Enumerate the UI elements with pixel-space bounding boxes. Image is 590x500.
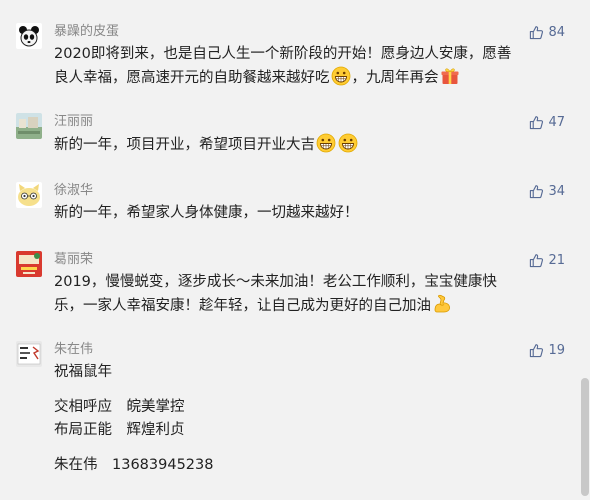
- like-count: 19: [548, 342, 565, 358]
- thumbs-up-icon: [530, 184, 544, 198]
- cartoon-face-avatar-icon: [16, 182, 42, 208]
- avatar[interactable]: [16, 182, 42, 208]
- like-button[interactable]: 34: [529, 182, 565, 200]
- landscape-avatar-icon: [16, 113, 42, 139]
- commenter-name[interactable]: 暴躁的皮蛋: [54, 23, 119, 41]
- comment-line: 良人幸福，愿高速开元的自助餐越来越好吃 ，九周年再会: [54, 66, 554, 89]
- panda-avatar-icon: [16, 23, 42, 49]
- like-button[interactable]: 47: [529, 113, 565, 131]
- comment-line: 新的一年，希望家人身体健康，一切越来越好！: [54, 205, 359, 221]
- avatar[interactable]: [16, 113, 42, 139]
- like-count: 47: [548, 114, 565, 130]
- comment-line: 祝福鼠年: [54, 364, 112, 380]
- comment-line: 乐，一家人幸福安康！趁年轻，让自己成为更好的自己加油: [54, 294, 554, 317]
- comment-text: 新的一年，项目开业，希望项目开业大吉: [54, 133, 554, 156]
- commenter-name[interactable]: 朱在伟: [54, 341, 93, 359]
- comment-line-text: ，九周年再会: [351, 70, 439, 86]
- comment-text: 2020即将到来，也是自己人生一个新阶段的开始！愿身边人安康，愿善 良人幸福，愿…: [54, 43, 554, 89]
- comment-line: 新的一年，项目开业，希望项目开业大吉: [54, 133, 554, 156]
- comment-line-text: 良人幸福，愿高速开元的自助餐越来越好吃: [54, 70, 330, 86]
- red-card-avatar-icon: [16, 251, 42, 277]
- comment-line: 交相呼应 皖美掌控: [54, 399, 185, 415]
- avatar[interactable]: [16, 251, 42, 277]
- avatar[interactable]: [16, 341, 42, 367]
- grinning-emoji-icon: [331, 66, 351, 86]
- comment-line: 朱在伟 13683945238: [54, 457, 214, 473]
- like-count: 34: [548, 183, 565, 199]
- comment-text: 祝福鼠年 交相呼应 皖美掌控 布局正能 辉煌利贞 朱在伟 13683945238: [54, 361, 554, 477]
- comment-list: 暴躁的皮蛋 84 2020即将到来，也是自己人生一个新阶段的开始！愿身边人安康，…: [0, 0, 590, 500]
- comment-text: 新的一年，希望家人身体健康，一切越来越好！: [54, 202, 554, 225]
- comment-text: 2019，慢慢蜕变，逐步成长～未来加油！老公工作顺利，宝宝健康快 乐，一家人幸福…: [54, 271, 554, 317]
- scrollbar[interactable]: [581, 378, 589, 496]
- avatar[interactable]: [16, 23, 42, 49]
- comment-line: 2020即将到来，也是自己人生一个新阶段的开始！愿身边人安康，愿善: [54, 46, 512, 62]
- thumbs-up-icon: [530, 253, 544, 267]
- comment-line: 布局正能 辉煌利贞: [54, 422, 185, 438]
- thumbs-up-icon: [530, 25, 544, 39]
- grinning-emoji-icon: [338, 133, 358, 153]
- commenter-name[interactable]: 葛丽荣: [54, 251, 93, 269]
- poster-avatar-icon: [16, 341, 42, 367]
- comment-line-text: 乐，一家人幸福安康！趁年轻，让自己成为更好的自己加油: [54, 298, 431, 314]
- like-count: 84: [548, 24, 565, 40]
- thumbs-up-icon: [530, 115, 544, 129]
- like-button[interactable]: 19: [529, 341, 565, 359]
- comment-line: 2019，慢慢蜕变，逐步成长～未来加油！老公工作顺利，宝宝健康快: [54, 274, 497, 290]
- flexed-biceps-emoji-icon: [432, 294, 452, 314]
- commenter-name[interactable]: 汪丽丽: [54, 113, 93, 131]
- grinning-emoji-icon: [316, 133, 336, 153]
- like-button[interactable]: 21: [529, 251, 565, 269]
- gift-emoji-icon: [440, 66, 460, 86]
- comment-line-text: 新的一年，项目开业，希望项目开业大吉: [54, 137, 315, 153]
- like-count: 21: [548, 252, 565, 268]
- thumbs-up-icon: [530, 343, 544, 357]
- commenter-name[interactable]: 徐淑华: [54, 182, 93, 200]
- like-button[interactable]: 84: [529, 23, 565, 41]
